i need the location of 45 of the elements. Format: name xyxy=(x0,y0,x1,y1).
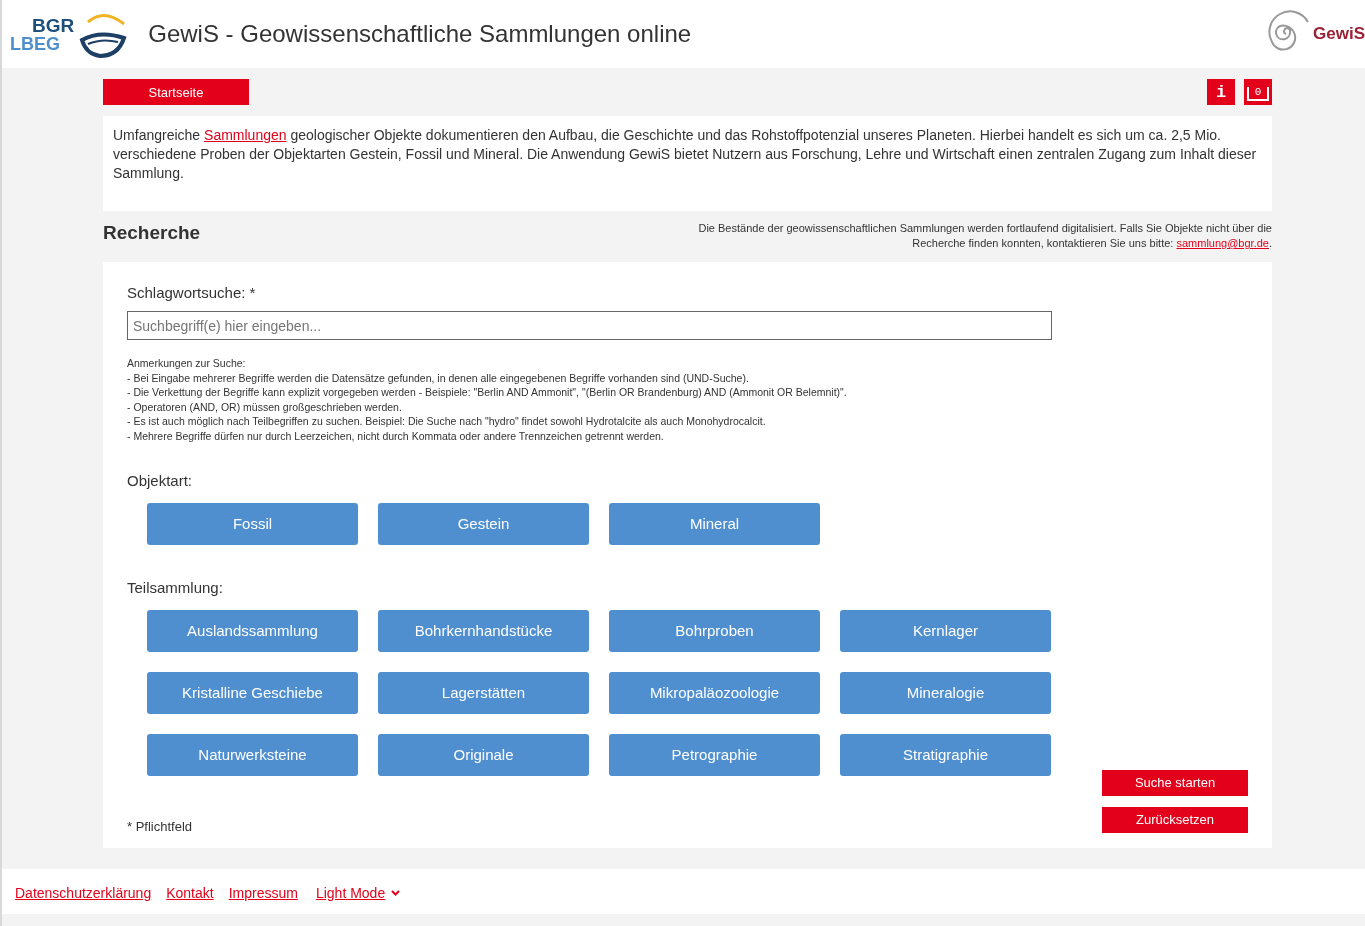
reset-button[interactable]: Zurücksetzen xyxy=(1102,806,1248,833)
field-label: Objektart: xyxy=(127,471,194,489)
filter-button[interactable]: Kernlager xyxy=(840,609,1051,652)
home-button[interactable]: Startseite xyxy=(103,79,249,105)
filter-button[interactable]: Mineralogie xyxy=(840,671,1051,714)
search-field[interactable]: Suchbegriff(e) hier eingeben... xyxy=(127,311,1052,340)
search-note: - Bei Eingabe mehrerer Begriffe werden die Datensätze gefunden, in denen alle eingegebenen Begriffe vorhanden sind (UND-Suche). xyxy=(127,370,750,386)
cart-button[interactable]: 0 xyxy=(1244,79,1272,105)
filter-button[interactable]: Originale xyxy=(378,733,589,776)
filter-button[interactable]: Lagerstätten xyxy=(378,671,589,714)
email-link[interactable]: sammlung@bgr.de xyxy=(1176,237,1269,249)
filter-button[interactable]: Stratigraphie xyxy=(840,733,1051,776)
filter-button[interactable]: Kristalline Geschiebe xyxy=(147,671,358,714)
footer-link[interactable]: Kontakt xyxy=(166,885,214,902)
page-title: GewiS - Geowissenschaftliche Sammlungen online xyxy=(148,20,693,48)
info-button[interactable]: i xyxy=(1207,79,1235,105)
search-note: - Die Verkettung der Begriffe kann explizit vorgegeben werden - Beispiele: "Berlin AND Ammonit", "(Berlin OR Brandenburg) AND (Ammonit OR Belemnit)". xyxy=(127,385,848,400)
notice-text: Die Bestände der geowissenschaftlichen Sammlungen werden fortlaufend digitalisiert. Falls Sie Objekte nicht über die Recherche finden konnten, kontaktieren Sie uns bitte: sammlung@bgr.de. xyxy=(697,221,1272,251)
filter-button[interactable]: Naturwerksteine xyxy=(147,733,358,776)
search-note: - Mehrere Begriffe dürfen nur durch Leerzeichen, nicht durch Kommata oder andere Trennzeichen getrennt werden. xyxy=(127,428,665,444)
logo-text: LBEG xyxy=(10,34,61,53)
footer-link[interactable]: Impressum xyxy=(228,885,298,902)
field-label: Schlagwortsuche: * xyxy=(127,284,257,301)
filter-button[interactable]: Mikropaläozoologie xyxy=(609,671,820,714)
filter-button[interactable]: Petrographie xyxy=(609,733,820,776)
filter-button[interactable]: Mineral xyxy=(609,502,820,545)
intro-paragraph: Umfangreiche Sammlungen geologischer Objekte dokumentieren den Aufbau, die Geschichte und das Rohstoffpotenzial unseres Planeten. Hierbei handelt es sich um ca. 2,5 Mio. verschiedene Proben der Objektarten Gestein, Fossil und Mineral. Die Anwendung GewiS bietet Nutzern aus Forschung, Lehre und Wirtschaft einen zentralen Zugang zum Inhalt dieser Sammlung. xyxy=(113,127,1257,181)
footer-link[interactable]: Datenschutzerklärung xyxy=(15,885,152,902)
logo-text: BGR xyxy=(32,15,75,35)
search-button[interactable]: Suche starten xyxy=(1102,769,1248,796)
search-note: - Es ist auch möglich nach Teilbegriffen zu suchen. Beispiel: Die Suche nach "hydro" findet sowohl Hydrotalcite als auch Monohydrocalcit. xyxy=(127,414,767,429)
filter-button[interactable]: Auslandssammlung xyxy=(147,609,358,652)
filter-button[interactable]: Bohrkernhandstücke xyxy=(378,609,589,652)
collections-link[interactable]: Sammlungen xyxy=(204,127,287,143)
brand-name: GewiS xyxy=(1313,24,1365,44)
required-note: * Pflichtfeld xyxy=(127,818,193,834)
chevron-down-icon xyxy=(391,890,401,897)
search-note: - Operatoren (AND, OR) müssen großgeschrieben werden. xyxy=(127,399,403,415)
filter-button[interactable]: Bohrproben xyxy=(609,609,820,652)
filter-button[interactable]: Gestein xyxy=(378,502,589,545)
filter-button[interactable]: Fossil xyxy=(147,502,358,545)
field-label: Teilsammlung: xyxy=(127,578,224,596)
theme-dropdown[interactable]: Light Mode xyxy=(315,885,401,902)
section-heading: Recherche xyxy=(103,221,201,244)
search-note: Anmerkungen zur Suche: xyxy=(127,356,247,371)
